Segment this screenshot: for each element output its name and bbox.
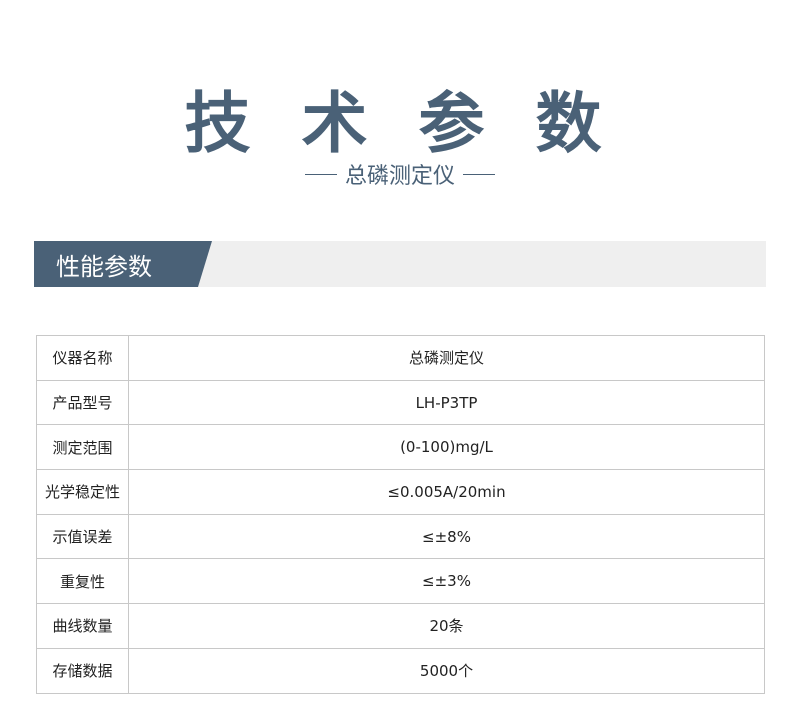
- spec-value: 20条: [128, 603, 765, 649]
- subtitle-left-divider: [304, 173, 337, 175]
- spec-label: 仪器名称: [36, 335, 129, 381]
- subtitle-right-divider: [463, 173, 495, 175]
- table-row: 重复性 ≤±3%: [36, 558, 765, 605]
- spec-value: ≤±3%: [128, 558, 765, 605]
- spec-value: 5000个: [128, 647, 765, 694]
- spec-label: 曲线数量: [36, 603, 129, 649]
- spec-value: ≤0.005A/20min: [128, 469, 765, 515]
- table-row: 产品型号 LH-P3TP: [36, 379, 765, 426]
- spec-value: 总磷测定仪: [128, 335, 765, 381]
- spec-value: ≤±8%: [128, 513, 765, 560]
- table-row: 仪器名称 总磷测定仪: [36, 335, 765, 381]
- spec-label: 产品型号: [36, 379, 129, 426]
- table-row: 示值误差 ≤±8%: [36, 513, 765, 560]
- table-row: 存储数据 5000个: [36, 647, 765, 694]
- subtitle-row: 总磷测定仪: [0, 158, 800, 190]
- table-row: 曲线数量 20条: [36, 603, 765, 649]
- product-subtitle: 总磷测定仪: [344, 164, 455, 189]
- section-header-bar: 性能参数: [34, 241, 766, 287]
- spec-value: LH-P3TP: [128, 379, 765, 426]
- section-tab: 性能参数: [34, 241, 212, 287]
- table-row: 光学稳定性 ≤0.005A/20min: [36, 469, 765, 515]
- spec-table: 仪器名称 总磷测定仪 产品型号 LH-P3TP 测定范围 (0-100)mg/L…: [36, 335, 765, 694]
- page-title: 技 术 参 数: [184, 85, 616, 162]
- spec-value: (0-100)mg/L: [128, 424, 765, 471]
- spec-label: 存储数据: [36, 647, 129, 694]
- spec-label: 测定范围: [36, 424, 129, 471]
- section-title: 性能参数: [56, 252, 152, 281]
- spec-label: 光学稳定性: [36, 469, 129, 515]
- table-row: 测定范围 (0-100)mg/L: [36, 424, 765, 471]
- spec-label: 重复性: [36, 558, 129, 605]
- spec-label: 示值误差: [36, 513, 129, 560]
